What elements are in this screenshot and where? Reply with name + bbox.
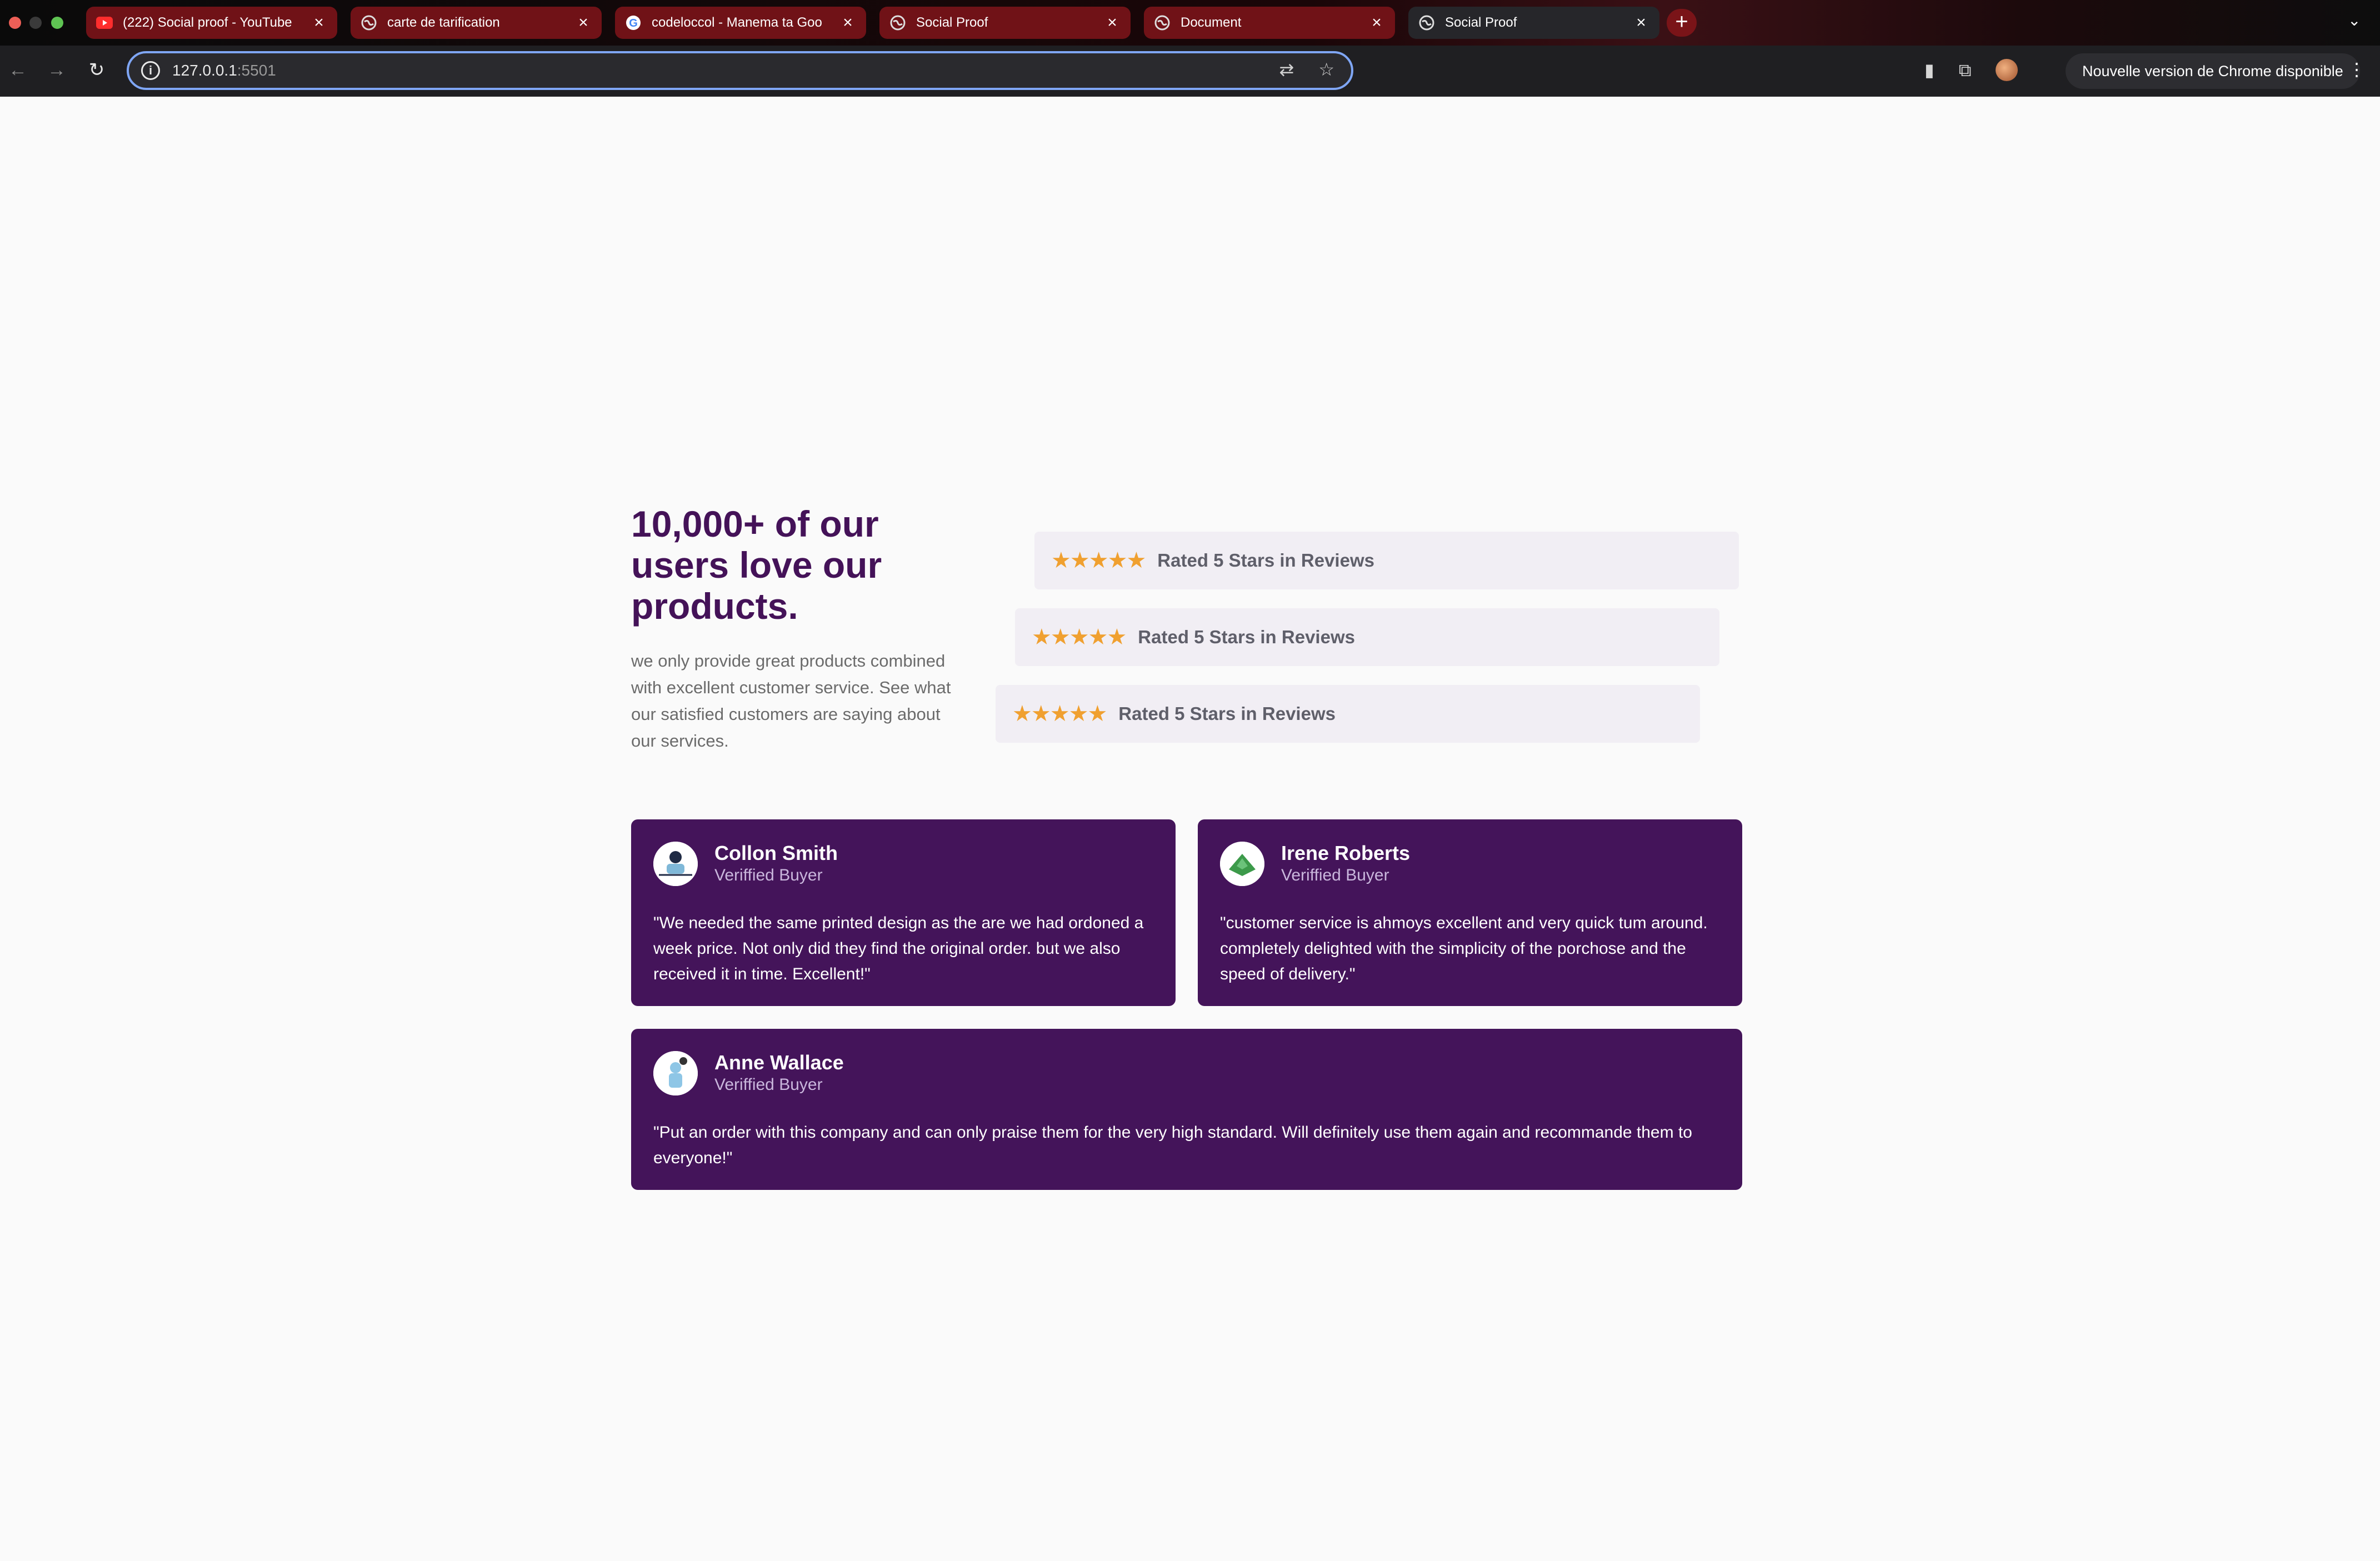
toolbar-actions: ▮ ⧉ — [1924, 58, 2018, 82]
reload-icon[interactable]: ↻ — [84, 58, 109, 82]
testimonial-card: Collon Smith Veriffied Buyer "We needed … — [631, 819, 1176, 1006]
tab-title: carte de tarification — [387, 15, 500, 30]
tab-title: Document — [1181, 15, 1242, 30]
url-host: 127.0.0.1 — [172, 62, 237, 79]
close-tab-icon[interactable]: × — [1104, 14, 1121, 31]
tab-carte-de-tarification[interactable]: carte de tarification × — [351, 7, 602, 39]
globe-icon — [889, 14, 906, 31]
rating-label: Rated 5 Stars in Reviews — [1118, 703, 1336, 724]
tab-title: codeloccol - Manema ta Goo — [652, 15, 822, 30]
profile-avatar[interactable] — [1996, 59, 2018, 81]
translate-icon[interactable]: ⇄ — [1279, 59, 1294, 80]
browser-toolbar: ← → ↻ i 127.0.0.1:5501 ⇄ ☆ ▮ ⧉ Nouvelle … — [0, 46, 2380, 97]
bookmark-star-icon[interactable]: ☆ — [1318, 59, 1334, 80]
tab-title: Social Proof — [916, 15, 988, 30]
avatar — [653, 842, 698, 886]
globe-icon — [1154, 14, 1171, 31]
close-tab-icon[interactable]: × — [311, 14, 327, 31]
reviewer-role: Veriffied Buyer — [714, 1075, 823, 1094]
youtube-icon — [96, 14, 113, 31]
tab-social-proof[interactable]: Social Proof × — [879, 7, 1131, 39]
avatar — [1220, 842, 1264, 886]
google-icon: G — [625, 14, 642, 31]
testimonial-quote: "We needed the same printed design as th… — [653, 914, 1144, 983]
close-tab-icon[interactable]: × — [839, 14, 856, 31]
page-title: 10,000+ of our users love our products. — [631, 503, 882, 627]
svg-text:G: G — [629, 17, 638, 29]
reviewer-name: Collon Smith — [714, 842, 838, 864]
close-window-button[interactable] — [9, 17, 21, 29]
rating-badge: ★★★★★ Rated 5 Stars in Reviews — [1015, 608, 1719, 666]
five-stars-icon: ★★★★★ — [1012, 702, 1107, 726]
chrome-update-button[interactable]: Nouvelle version de Chrome disponible — [2066, 53, 2360, 89]
tab-title: Social Proof — [1445, 15, 1517, 30]
more-menu-icon[interactable]: ⋮ — [2348, 59, 2366, 80]
testimonial-quote: "Put an order with this company and can … — [653, 1123, 1692, 1167]
tab-youtube[interactable]: (222) Social proof - YouTube × — [86, 7, 337, 39]
site-info-icon[interactable]: i — [141, 61, 160, 80]
tab-search-chevron-icon[interactable]: ⌄ — [2348, 11, 2361, 29]
testimonial-quote: "customer service is ahmoys excellent an… — [1220, 914, 1708, 983]
extensions-puzzle-icon[interactable]: ⧉ — [1959, 58, 1972, 82]
back-arrow-icon[interactable]: ← — [6, 58, 30, 82]
address-url: 127.0.0.1:5501 — [172, 62, 276, 79]
address-bar[interactable]: i 127.0.0.1:5501 ⇄ ☆ — [127, 51, 1353, 90]
rating-badge: ★★★★★ Rated 5 Stars in Reviews — [1034, 532, 1739, 589]
globe-icon — [361, 14, 377, 31]
tab-document[interactable]: Document × — [1144, 7, 1395, 39]
avatar — [653, 1051, 698, 1095]
rating-label: Rated 5 Stars in Reviews — [1157, 550, 1374, 571]
page-subtitle: we only provide great products combined … — [631, 651, 951, 751]
close-tab-icon[interactable]: × — [575, 14, 592, 31]
rating-label: Rated 5 Stars in Reviews — [1138, 627, 1355, 647]
tab-strip: (222) Social proof - YouTube × carte de … — [0, 0, 2380, 46]
reviewer-role: Veriffied Buyer — [714, 866, 823, 884]
reviewer-role: Veriffied Buyer — [1281, 866, 1389, 884]
reviewer-name: Anne Wallace — [714, 1051, 844, 1074]
testimonial-card: Irene Roberts Veriffied Buyer "customer … — [1198, 819, 1742, 1006]
close-tab-icon[interactable]: × — [1368, 14, 1385, 31]
address-bar-actions: ⇄ ☆ — [1279, 59, 1335, 80]
tab-title: (222) Social proof - YouTube — [123, 15, 292, 30]
extension-icon[interactable]: ▮ — [1924, 58, 1934, 82]
globe-icon — [1418, 14, 1435, 31]
tab-social-proof-active[interactable]: Social Proof × — [1408, 7, 1659, 39]
five-stars-icon: ★★★★★ — [1051, 548, 1146, 573]
testimonial-card: Anne Wallace Veriffied Buyer "Put an ord… — [631, 1029, 1742, 1190]
forward-arrow-icon[interactable]: → — [44, 58, 69, 82]
close-tab-icon[interactable]: × — [1633, 14, 1649, 31]
reviewer-name: Irene Roberts — [1281, 842, 1411, 864]
new-tab-button[interactable]: + — [1667, 9, 1697, 37]
url-port: :5501 — [237, 62, 276, 79]
maximize-window-button[interactable] — [51, 17, 63, 29]
five-stars-icon: ★★★★★ — [1032, 625, 1127, 649]
rating-badge: ★★★★★ Rated 5 Stars in Reviews — [996, 685, 1700, 743]
tab-list: (222) Social proof - YouTube × carte de … — [86, 7, 1673, 39]
minimize-window-button[interactable] — [29, 17, 42, 29]
tab-codeloccol[interactable]: G codeloccol - Manema ta Goo × — [615, 7, 866, 39]
